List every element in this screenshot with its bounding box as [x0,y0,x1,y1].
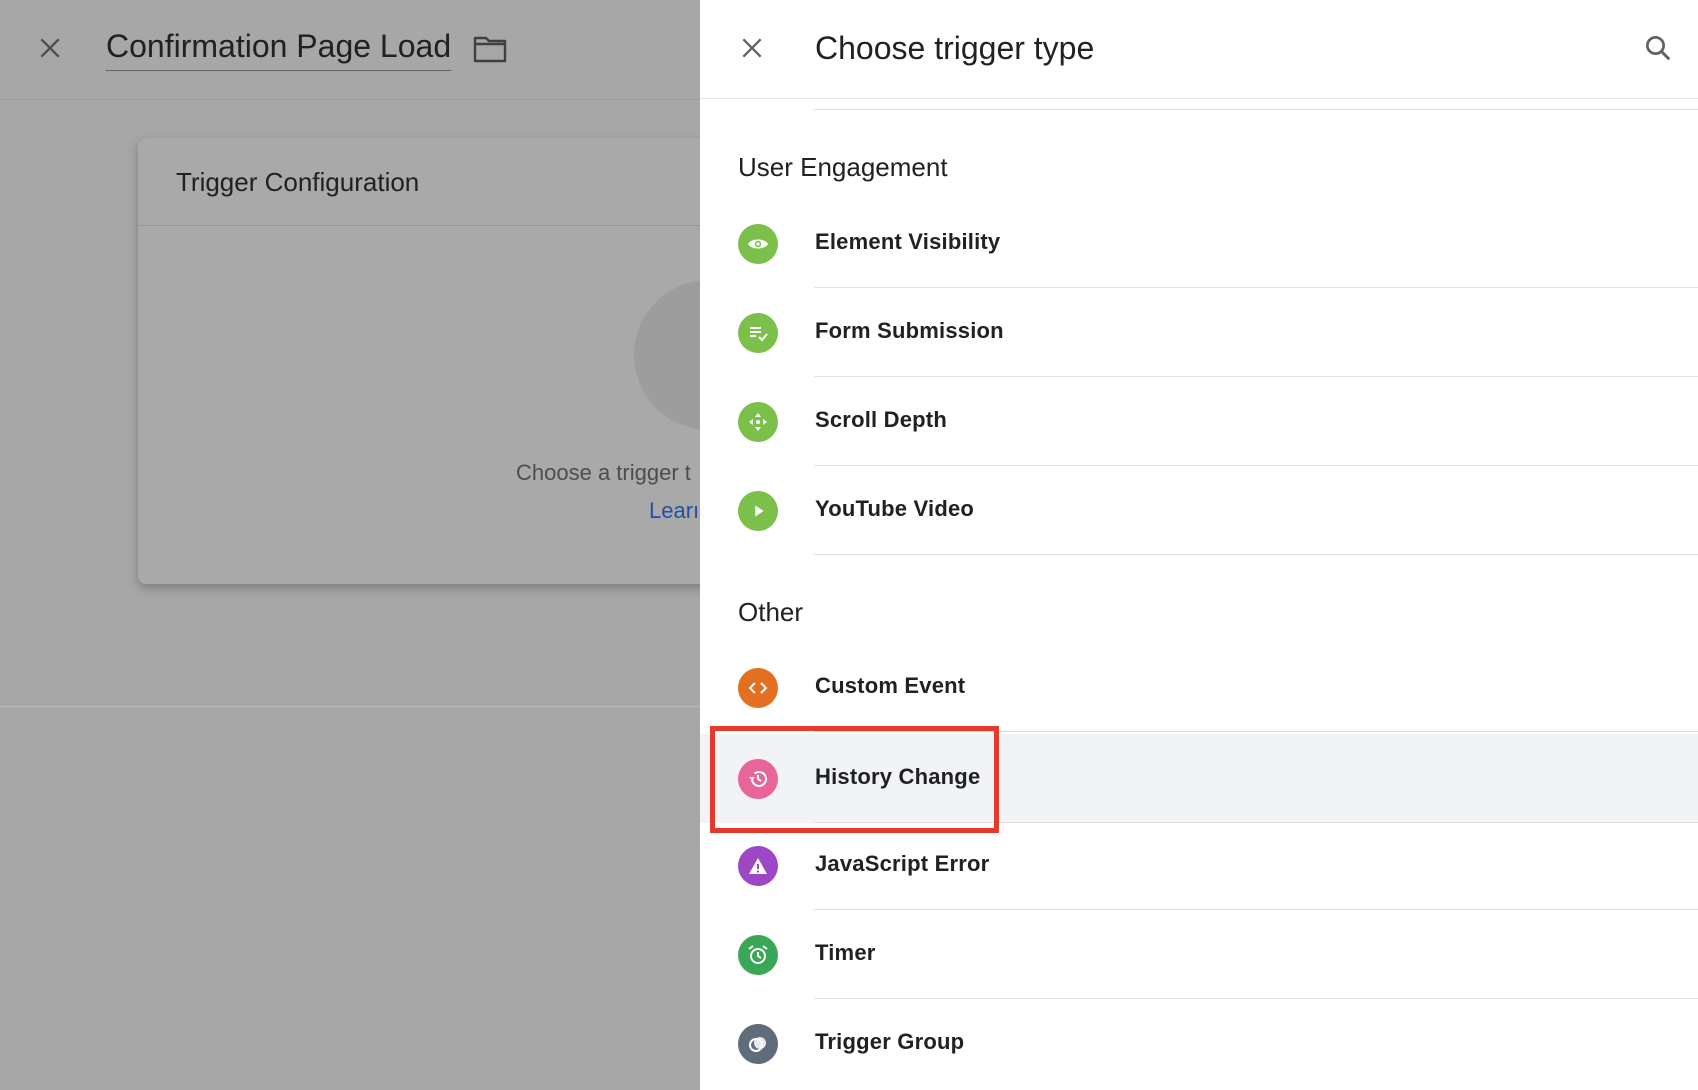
trigger-item-label: YouTube Video [815,496,975,521]
divider [814,731,1698,732]
section-title-other: Other [738,597,804,627]
trigger-item-element-visibility[interactable]: Element Visibility [700,199,1698,288]
card-title: Trigger Configuration [138,138,738,226]
trigger-item-timer[interactable]: Timer [700,910,1698,999]
trigger-item-label: JavaScript Error [815,851,990,876]
trigger-item-history-change[interactable]: History Change [700,734,1698,823]
trigger-item-label: Form Submission [815,318,1004,343]
trigger-group-icon [738,1024,778,1064]
trigger-item-custom-event[interactable]: Custom Event [700,643,1698,732]
play-icon [738,491,778,531]
close-drawer-button[interactable] [734,30,770,66]
folder-button[interactable] [472,33,508,65]
form-check-icon [738,313,778,353]
divider [814,109,1698,110]
editor-header: Confirmation Page Load [0,0,700,100]
drawer-header: Choose trigger type [700,0,1698,99]
alarm-icon [738,935,778,975]
trigger-item-scroll-depth[interactable]: Scroll Depth [700,377,1698,466]
trigger-configuration-card[interactable]: Trigger Configuration Choose a trigger t… [138,138,784,584]
drawer-title: Choose trigger type [815,30,1095,66]
trigger-item-label: History Change [815,764,981,789]
divider [814,554,1698,555]
trigger-item-label: Scroll Depth [815,407,947,432]
close-editor-button[interactable] [32,30,68,66]
divider [0,706,700,707]
trigger-item-label: Custom Event [815,673,966,698]
close-icon [40,38,60,58]
warning-icon [738,846,778,886]
card-hint: Choose a trigger t [516,460,691,485]
trigger-item-javascript-error[interactable]: JavaScript Error [700,821,1698,910]
history-icon [738,759,778,799]
section-title-user-engagement: User Engagement [738,152,948,182]
trigger-name[interactable]: Confirmation Page Load [106,28,452,71]
trigger-item-label: Timer [815,940,876,965]
eye-icon [738,224,778,264]
trigger-item-form-submission[interactable]: Form Submission [700,288,1698,377]
code-brackets-icon [738,668,778,708]
trigger-item-youtube-video[interactable]: YouTube Video [700,466,1698,555]
scroll-arrows-icon [738,402,778,442]
folder-icon [473,36,507,63]
learn-more-link[interactable]: Learı [649,498,699,524]
search-button[interactable] [1640,30,1676,66]
trigger-type-drawer: Choose trigger type User Engagement Elem… [700,0,1698,1090]
trigger-item-trigger-group[interactable]: Trigger Group [700,999,1698,1088]
close-icon [742,38,762,58]
trigger-item-label: Trigger Group [815,1029,965,1054]
trigger-item-label: Element Visibility [815,229,1001,254]
search-icon [1646,36,1671,61]
